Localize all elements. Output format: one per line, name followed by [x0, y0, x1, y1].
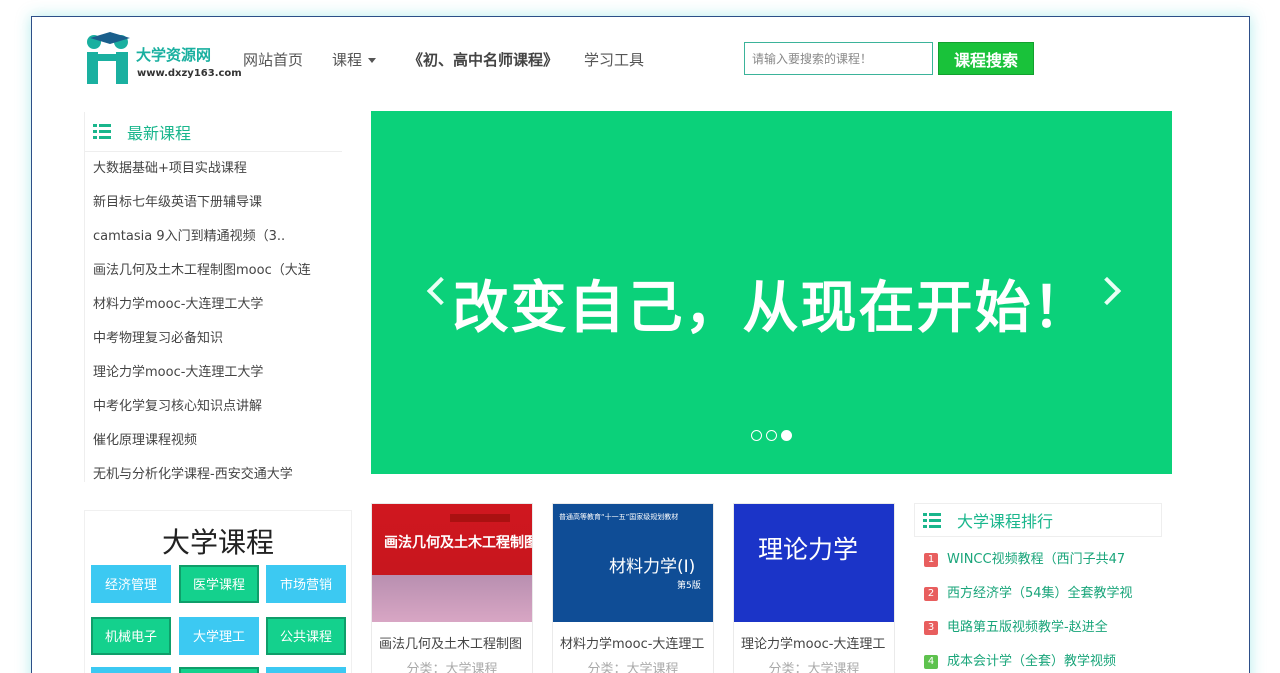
university-categories-panel: 大学课程 经济管理 医学课程 市场营销 机械电子 大学理工 公共课程	[84, 510, 352, 673]
cover-title: 材料力学(I)	[609, 557, 696, 577]
category-button-partial[interactable]	[266, 667, 346, 673]
category-economics-button[interactable]: 经济管理	[91, 565, 171, 603]
categories-title: 大学课程	[161, 526, 274, 559]
category-medical-button[interactable]: 医学课程	[179, 565, 259, 603]
course-cover-image: 普通高等教育“十一五”国家级规划教材 材料力学(I) 第5版	[553, 504, 713, 622]
course-card-title: 材料力学mooc-大连理工	[560, 637, 705, 652]
course-cover-image: 理论力学	[734, 504, 894, 622]
list-item[interactable]: 无机与分析化学课程-西安交通大学	[85, 458, 342, 492]
nav-courses-label: 课程	[332, 51, 363, 69]
category-science-button[interactable]: 大学理工	[179, 617, 259, 655]
site-logo[interactable]: 大学资源网 www.dxzy163.com	[84, 30, 242, 88]
ranking-item[interactable]: 4 成本会计学（全套）教学视频	[914, 645, 1162, 673]
list-item[interactable]: 材料力学mooc-大连理工大学	[85, 288, 342, 322]
ranking-header: 大学课程排行	[914, 503, 1162, 537]
course-card-title: 画法几何及土木工程制图	[379, 637, 523, 652]
list-item[interactable]: 催化原理课程视频	[85, 424, 342, 458]
carousel-slogan: 改变自己，从现在开始！	[452, 276, 1091, 341]
latest-courses-title: 最新课程	[127, 123, 192, 143]
ranking-list: 1 WINCC视频教程（西门子共47 2 西方经济学（54集）全套教学视 3 电路第五…	[914, 543, 1162, 673]
category-button-partial[interactable]	[91, 667, 171, 673]
ranking-title: 大学课程排行	[957, 512, 1054, 531]
ranking-item[interactable]: 3 电路第五版视频教学-赵进全	[914, 611, 1162, 645]
list-item[interactable]: 新目标七年级英语下册辅导课	[85, 186, 342, 220]
course-card[interactable]: 理论力学 理论力学mooc-大连理工 分类：大学课程	[733, 503, 895, 673]
list-item[interactable]: 中考化学复习核心知识点讲解	[85, 390, 342, 424]
rank-badge: 1	[924, 553, 938, 567]
nav-home[interactable]: 网站首页	[243, 49, 303, 70]
course-card-category: 分类：大学课程	[768, 662, 860, 673]
category-public-button[interactable]: 公共课程	[266, 617, 346, 655]
latest-courses-list: 大数据基础+项目实战课程 新目标七年级英语下册辅导课 camtasia 9入门到…	[85, 152, 342, 492]
rank-badge: 4	[924, 655, 938, 669]
carousel-dot-active[interactable]	[781, 430, 792, 441]
category-marketing-button[interactable]: 市场营销	[266, 565, 346, 603]
course-card[interactable]: 普通高等教育“十一五”国家级规划教材 材料力学(I) 第5版 材料力学mooc-…	[552, 503, 714, 673]
course-cover-image: 画法几何及土木工程制图	[372, 504, 532, 622]
students-logo-icon	[87, 32, 130, 84]
carousel-dot[interactable]	[766, 430, 777, 441]
category-button-partial[interactable]	[179, 667, 259, 673]
nav-study-tools[interactable]: 学习工具	[584, 49, 644, 70]
list-item[interactable]: 画法几何及土木工程制图mooc（大连	[85, 254, 342, 288]
course-card[interactable]: 画法几何及土木工程制图 画法几何及土木工程制图 分类：大学课程	[371, 503, 533, 673]
list-item[interactable]: 理论力学mooc-大连理工大学	[85, 356, 342, 390]
carousel-dot[interactable]	[751, 430, 762, 441]
hero-carousel[interactable]: 改变自己，从现在开始！	[371, 111, 1172, 474]
ranking-item-title: 成本会计学（全套）教学视频	[947, 654, 1117, 669]
logo-name: 大学资源网	[136, 46, 212, 64]
course-card-category: 分类：大学课程	[587, 662, 679, 673]
ranking-item-title: WINCC视频教程（西门子共47	[947, 552, 1126, 567]
list-icon	[923, 512, 941, 528]
cover-series: 普通高等教育“十一五”国家级规划教材	[559, 513, 679, 521]
category-mechanical-button[interactable]: 机械电子	[91, 617, 171, 655]
list-icon	[93, 124, 111, 139]
ranking-item-title: 西方经济学（54集）全套教学视	[947, 586, 1133, 601]
cover-title: 理论力学	[758, 535, 859, 564]
latest-courses-header: 最新课程	[85, 112, 342, 152]
carousel-indicators	[751, 430, 792, 441]
list-item[interactable]: camtasia 9入门到精通视频（3..	[85, 220, 342, 254]
ranking-item-title: 电路第五版视频教学-赵进全	[947, 620, 1108, 635]
course-card-category: 分类：大学课程	[406, 662, 498, 673]
nav-courses-dropdown[interactable]: 课程	[332, 49, 377, 70]
rank-badge: 3	[924, 621, 938, 635]
cover-edition: 第5版	[677, 581, 701, 591]
search-input[interactable]	[744, 42, 933, 75]
ranking-item[interactable]: 1 WINCC视频教程（西门子共47	[914, 543, 1162, 577]
list-item[interactable]: 大数据基础+项目实战课程	[85, 152, 342, 186]
caret-down-icon	[368, 58, 377, 63]
latest-courses-panel: 最新课程 大数据基础+项目实战课程 新目标七年级英语下册辅导课 camtasia…	[84, 112, 342, 482]
list-item[interactable]: 中考物理复习必备知识	[85, 322, 342, 356]
nav-teachers-courses[interactable]: 《初、高中名师课程》	[408, 49, 558, 70]
search-button[interactable]: 课程搜索	[938, 42, 1034, 75]
rank-badge: 2	[924, 587, 938, 601]
course-ranking-panel: 大学课程排行 1 WINCC视频教程（西门子共47 2 西方经济学（54集）全套教学…	[914, 503, 1162, 673]
course-card-title: 理论力学mooc-大连理工	[741, 637, 886, 652]
logo-url: www.dxzy163.com	[137, 68, 242, 79]
ranking-item[interactable]: 2 西方经济学（54集）全套教学视	[914, 577, 1162, 611]
cover-title: 画法几何及土木工程制图	[384, 535, 532, 551]
